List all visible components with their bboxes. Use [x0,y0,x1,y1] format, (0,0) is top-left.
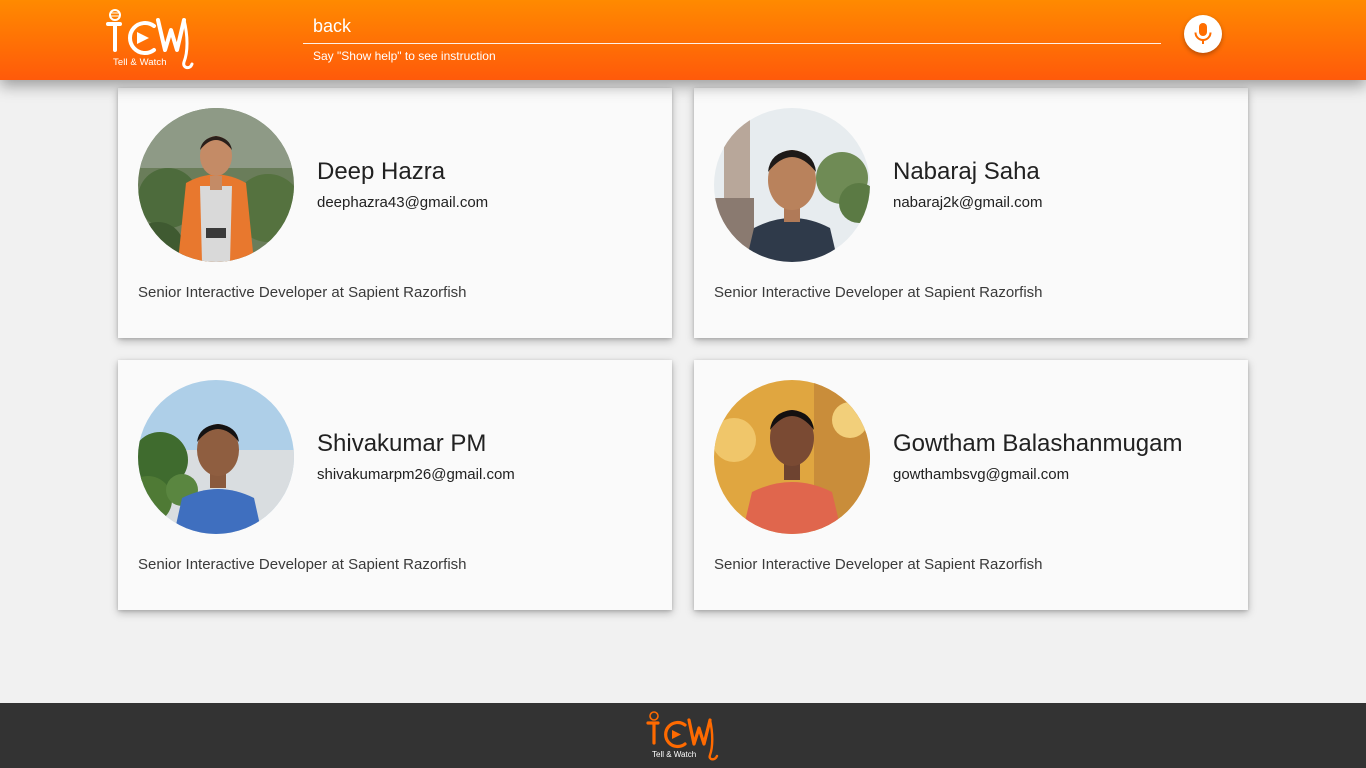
member-name: Shivakumar PM [317,430,487,457]
member-email[interactable]: nabaraj2k@gmail.com [893,194,1042,211]
tell-and-watch-logo[interactable]: Tell & Watch [104,6,200,72]
team-member-card[interactable]: Shivakumar PM shivakumarpm26@gmail.com S… [118,360,672,610]
member-name: Gowtham Balashanmugam [893,430,1183,457]
logo-tagline: Tell & Watch [113,57,167,68]
member-role: Senior Interactive Developer at Sapient … [138,556,467,573]
member-role: Senior Interactive Developer at Sapient … [714,284,1043,301]
team-member-card[interactable]: Deep Hazra deephazra43@gmail.com Senior … [118,88,672,338]
avatar [714,380,870,534]
avatar [714,108,870,262]
member-role: Senior Interactive Developer at Sapient … [714,556,1043,573]
app-footer: Tell & Watch [0,703,1366,768]
voice-search-box: Say "Show help" to see instruction [303,8,1161,64]
footer-tagline: Tell & Watch [652,750,697,759]
member-email[interactable]: shivakumarpm26@gmail.com [317,466,515,483]
member-name: Deep Hazra [317,158,446,185]
footer-logo[interactable]: Tell & Watch [645,709,725,763]
search-input[interactable] [303,10,1161,44]
search-hint: Say "Show help" to see instruction [313,49,496,63]
member-role: Senior Interactive Developer at Sapient … [138,284,467,301]
team-member-card[interactable]: Gowtham Balashanmugam gowthambsvg@gmail.… [694,360,1248,610]
member-email[interactable]: deephazra43@gmail.com [317,194,488,211]
member-name: Nabaraj Saha [893,158,1040,185]
app-header: Tell & Watch Say "Show help" to see inst… [0,0,1366,80]
microphone-button[interactable] [1184,15,1222,53]
member-email[interactable]: gowthambsvg@gmail.com [893,466,1069,483]
avatar [138,380,294,534]
microphone-icon [1194,23,1212,44]
team-member-card[interactable]: Nabaraj Saha nabaraj2k@gmail.com Senior … [694,88,1248,338]
avatar [138,108,294,262]
